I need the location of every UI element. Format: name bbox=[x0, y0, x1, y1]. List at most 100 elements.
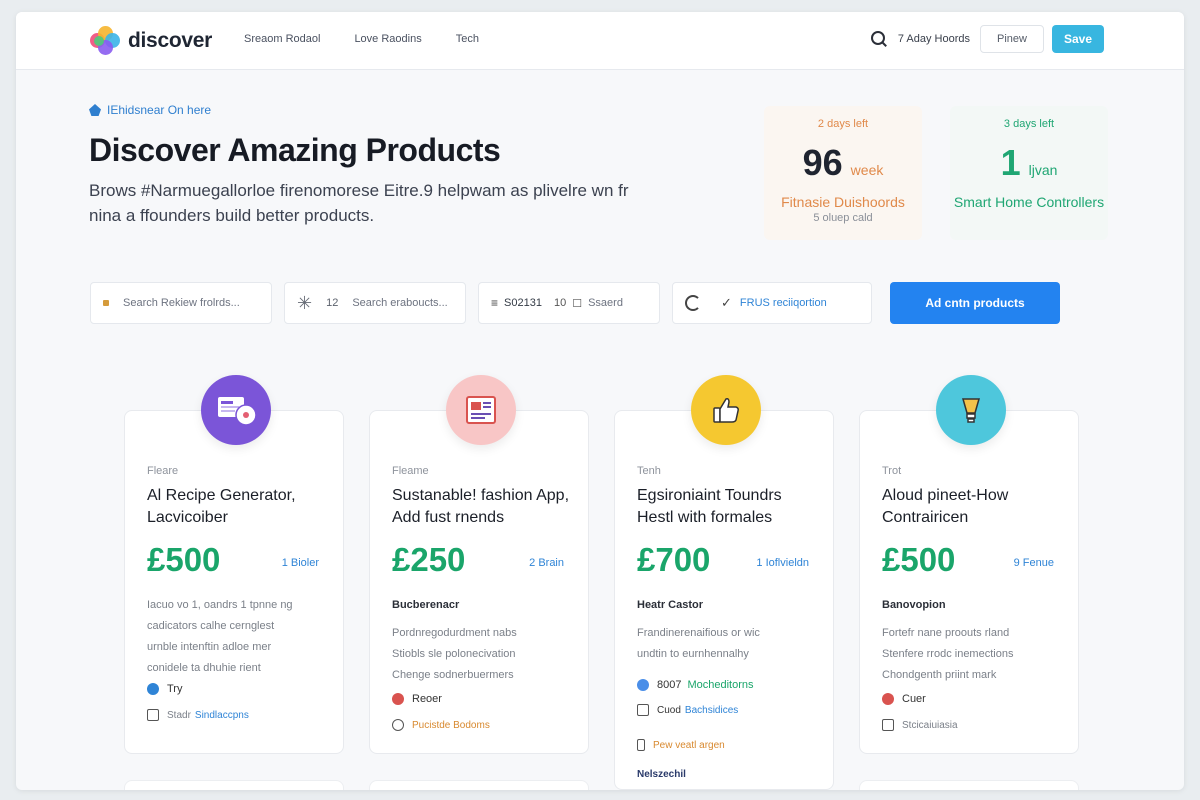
card-description: Iacuo vo 1, oandrs 1 tpnne ng cadicators… bbox=[147, 595, 327, 679]
logo[interactable]: discover bbox=[90, 26, 212, 56]
search-products-input[interactable]: ✳ 12 Search eraboucts... bbox=[284, 282, 466, 324]
card-footer-label: Cuod bbox=[657, 704, 681, 716]
tag-filter[interactable]: ✓ FRUS reciiqortion bbox=[672, 282, 872, 324]
sparkle-icon bbox=[89, 104, 101, 116]
stat-card-smart-home[interactable]: 3 days left 1 ljvan Smart Home Controlle… bbox=[950, 106, 1108, 240]
desc-line: undtin to eurnhennalhy bbox=[637, 648, 749, 660]
checkbox-icon[interactable]: ☐ bbox=[572, 297, 582, 310]
card-title[interactable]: Egsironiaint Toundrs Hestl with formales bbox=[637, 485, 817, 529]
page-title: Discover Amazing Products bbox=[89, 132, 501, 168]
refresh-icon bbox=[685, 295, 701, 311]
eyebrow-text: IEhidsnear On here bbox=[107, 103, 212, 117]
card-footer-link-text[interactable]: Bachsidices bbox=[685, 705, 738, 716]
dashboard-icon bbox=[201, 375, 271, 445]
product-card[interactable]: Trot Aloud pineet-How Contrairicen £500 … bbox=[859, 375, 1079, 754]
stat-label: Fitnasie Duishoords bbox=[781, 194, 905, 210]
search-icon[interactable] bbox=[870, 30, 888, 48]
card-subheading: Bucberenacr bbox=[392, 599, 460, 611]
card-footer-note[interactable]: Pew veatl argen bbox=[637, 739, 725, 751]
card-subheading: Heatr Castor bbox=[637, 599, 704, 611]
app-window-icon bbox=[446, 375, 516, 445]
color-dots-icon bbox=[637, 679, 649, 691]
asterisk-icon: ✳ bbox=[297, 292, 313, 313]
card-price: £500 bbox=[147, 541, 221, 578]
product-card[interactable]: Tenh Egsironiaint Toundrs Hestl with for… bbox=[614, 375, 834, 790]
preview-button[interactable]: Pinew bbox=[980, 25, 1044, 53]
add-products-button[interactable]: Ad cntn products bbox=[890, 282, 1060, 324]
stat-sub: 5 oluep cald bbox=[813, 212, 873, 224]
search-products-placeholder: Search eraboucts... bbox=[352, 297, 448, 309]
card-footer-link-text[interactable]: Sindlaccpns bbox=[195, 710, 249, 721]
list-icon: ≡ bbox=[491, 296, 499, 310]
product-count: 12 bbox=[326, 297, 339, 309]
card-price: £500 bbox=[882, 541, 956, 578]
desc-line: Chondgenth priint mark bbox=[882, 669, 997, 681]
desc-line: Fortefr nane proouts rland bbox=[882, 627, 1010, 639]
next-card-peek bbox=[859, 780, 1079, 790]
search-reviews-placeholder: Search Rekiew frolrds... bbox=[123, 297, 240, 309]
stat-number: 96 bbox=[802, 142, 843, 183]
card-footer-link-text[interactable]: Pucistde Bodoms bbox=[412, 720, 490, 731]
card-title[interactable]: Sustanable! fashion App, Add fust rnends bbox=[392, 485, 572, 529]
card-action[interactable]: Try bbox=[147, 683, 182, 695]
desc-line: Stenfere rrodc inemections bbox=[882, 648, 1014, 660]
product-card[interactable]: Fleame Sustanable! fashion App, Add fust… bbox=[369, 375, 589, 754]
thumbs-up-icon bbox=[691, 375, 761, 445]
desc-line: urnble intenftin adloe mer bbox=[147, 641, 272, 653]
card-meta[interactable]: 2 Brain bbox=[529, 557, 564, 569]
nav-item-tech[interactable]: Tech bbox=[456, 33, 479, 45]
card-description: Frandinerenaifious or wic undtin to eurn… bbox=[637, 623, 817, 665]
search-reviews-input[interactable]: Search Rekiew frolrds... bbox=[90, 282, 272, 324]
product-card[interactable]: Fleare Al Recipe Generator, Lacvicoiber … bbox=[124, 375, 344, 754]
hero-eyebrow[interactable]: IEhidsnear On here bbox=[89, 103, 211, 117]
card-footer-link[interactable]: Stadr Sindlaccpns bbox=[147, 709, 249, 721]
desc-line: conidele ta dhuhie rient bbox=[147, 662, 261, 674]
header-actions: 7 Aday Hoords Pinew Save bbox=[870, 25, 1104, 53]
phone-icon bbox=[637, 739, 645, 751]
stat-label: Smart Home Controllers bbox=[953, 194, 1105, 210]
card-footer-label: Stcicaiuiasia bbox=[902, 719, 958, 731]
card-category: Trot bbox=[882, 465, 902, 477]
filter-code: S02131 bbox=[504, 297, 542, 309]
card-action[interactable]: Reoer bbox=[392, 693, 442, 705]
sort-filter[interactable]: ≡ S02131 10 ☐ Ssaerd bbox=[478, 282, 660, 324]
card-price: £700 bbox=[637, 541, 711, 578]
logo-text: discover bbox=[128, 29, 212, 52]
header-link[interactable]: 7 Aday Hoords bbox=[898, 33, 970, 45]
card-category: Fleame bbox=[392, 465, 429, 477]
card-title[interactable]: Al Recipe Generator, Lacvicoiber bbox=[147, 485, 327, 529]
card-title[interactable]: Aloud pineet-How Contrairicen bbox=[882, 485, 1062, 529]
card-meta[interactable]: 1 Ioflvieldn bbox=[756, 557, 809, 569]
card-action-label: 8007 bbox=[657, 679, 682, 691]
card-footer-link[interactable]: Cuod Bachsidices bbox=[637, 704, 738, 716]
stat-unit: ljvan bbox=[1028, 162, 1058, 178]
card-footer-brand[interactable]: Nelszechil bbox=[637, 769, 686, 780]
desc-line: cadicators calhe cernglest bbox=[147, 620, 275, 632]
monitor-icon bbox=[147, 709, 159, 721]
stat-days-left: 2 days left bbox=[817, 118, 869, 130]
card-price: £250 bbox=[392, 541, 466, 578]
card-footer-link[interactable]: Pucistde Bodoms bbox=[392, 719, 490, 731]
device-icon bbox=[637, 704, 649, 716]
nav-item-1[interactable]: Sreaom Rodaol bbox=[244, 33, 320, 45]
card-meta[interactable]: 1 Bioler bbox=[282, 557, 319, 569]
card-action[interactable]: Cuer bbox=[882, 693, 926, 705]
stat-days-left: 3 days left bbox=[1003, 118, 1055, 130]
card-footer-link[interactable]: Stcicaiuiasia bbox=[882, 719, 958, 731]
save-button[interactable]: Save bbox=[1051, 25, 1104, 53]
nav-item-2[interactable]: Love Raodins bbox=[354, 33, 421, 45]
filter-bar: Search Rekiew frolrds... ✳ 12 Search era… bbox=[90, 282, 1060, 324]
card-action-extra[interactable]: Mocheditorns bbox=[687, 679, 753, 691]
desc-line: Frandinerenaifious or wic bbox=[637, 627, 760, 639]
tag-icon bbox=[103, 300, 109, 306]
card-action[interactable]: 8007 Mocheditorns bbox=[637, 679, 754, 691]
tag-filter-label: FRUS reciiqortion bbox=[739, 297, 827, 309]
card-action-label: Try bbox=[167, 683, 183, 695]
stat-unit: week bbox=[850, 162, 884, 178]
card-action-label: Reoer bbox=[412, 693, 442, 705]
next-card-peek bbox=[369, 780, 589, 790]
card-description: Pordnregodurdment nabs Stiobls sle polon… bbox=[392, 623, 572, 686]
card-meta[interactable]: 9 Fenue bbox=[1014, 557, 1054, 569]
stat-card-fitness[interactable]: 2 days left 96 week Fitnasie Duishoords … bbox=[764, 106, 922, 240]
logo-icon bbox=[90, 26, 120, 56]
